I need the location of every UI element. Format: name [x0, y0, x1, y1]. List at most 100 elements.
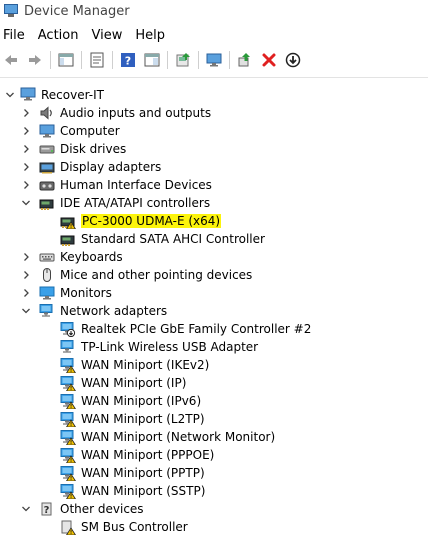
title-bar: Device Manager: [0, 0, 428, 22]
tree-device-realtek-pcie-gbe-family-controller-2[interactable]: Realtek PCIe GbE Family Controller #2: [0, 320, 428, 338]
tree-category-disk-drives[interactable]: Disk drives: [0, 140, 428, 158]
tree-device-wan-miniport-ikev2[interactable]: WAN Miniport (IKEv2): [0, 356, 428, 374]
tree-item-label: Audio inputs and outputs: [60, 106, 212, 120]
show-hide-action-pane-icon[interactable]: [141, 49, 163, 71]
chevron-right-icon[interactable]: [20, 161, 32, 173]
chevron-down-icon[interactable]: [20, 503, 32, 515]
tree-item-label: Mice and other pointing devices: [60, 268, 253, 282]
tree-item-label: Disk drives: [60, 142, 127, 156]
disk-drive-icon: [39, 141, 55, 157]
device-manager-icon: [4, 4, 18, 18]
network-adapter-icon: [60, 339, 76, 355]
toolbar-separator: [81, 51, 82, 69]
svg-text:?: ?: [125, 55, 131, 68]
tree-category-display-adapters[interactable]: Display adapters: [0, 158, 428, 176]
tree-category-network-adapters[interactable]: Network adapters: [0, 302, 428, 320]
chevron-right-icon[interactable]: [20, 107, 32, 119]
tree-category-audio-inputs-and-outputs[interactable]: Audio inputs and outputs: [0, 104, 428, 122]
window-title: Device Manager: [24, 3, 130, 19]
tree-item-label: WAN Miniport (IPv6): [81, 394, 202, 408]
menu-file[interactable]: File: [0, 28, 34, 43]
tree-device-tp-link-wireless-usb-adapter[interactable]: TP-Link Wireless USB Adapter: [0, 338, 428, 356]
tree-root[interactable]: Recover-IT: [0, 85, 428, 104]
tree-item-label: Realtek PCIe GbE Family Controller #2: [81, 322, 312, 336]
chevron-right-icon[interactable]: [20, 125, 32, 137]
tree-item-label: Keyboards: [60, 250, 123, 264]
computer-icon: [20, 86, 36, 102]
back-arrow-icon[interactable]: [0, 49, 22, 71]
toolbar-separator: [229, 51, 230, 69]
disable-device-icon[interactable]: [282, 49, 304, 71]
tree-item-label: WAN Miniport (IKEv2): [81, 358, 210, 372]
network-adapter-warning-icon: [60, 465, 77, 482]
tree-device-wan-miniport-pptp[interactable]: WAN Miniport (PPTP): [0, 464, 428, 482]
toolbar-separator: [167, 51, 168, 69]
tree-device-wan-miniport-l2tp[interactable]: WAN Miniport (L2TP): [0, 410, 428, 428]
scan-hardware-icon[interactable]: [203, 49, 225, 71]
network-adapter-warning-icon: [60, 429, 77, 446]
tree-category-computer[interactable]: Computer: [0, 122, 428, 140]
network-adapter-warning-icon: [60, 411, 77, 428]
chevron-down-icon[interactable]: [4, 89, 16, 101]
tree-device-wan-miniport-sstp[interactable]: WAN Miniport (SSTP): [0, 482, 428, 500]
tree-item-label: Standard SATA AHCI Controller: [81, 232, 265, 246]
tree-item-label: WAN Miniport (PPPOE): [81, 448, 215, 462]
properties-icon[interactable]: [86, 49, 108, 71]
tree-device-wan-miniport-pppoe[interactable]: WAN Miniport (PPPOE): [0, 446, 428, 464]
network-adapter-warning-icon: [60, 483, 77, 500]
chevron-right-icon[interactable]: [20, 179, 32, 191]
tree-device-pc-3000-udma-e-x64[interactable]: PC-3000 UDMA-E (x64): [0, 212, 428, 230]
chevron-right-icon[interactable]: [20, 287, 32, 299]
toolbar-separator: [50, 51, 51, 69]
monitor-icon: [39, 285, 55, 301]
tree-item-label: WAN Miniport (PPTP): [81, 466, 205, 480]
uninstall-device-icon[interactable]: [258, 49, 280, 71]
tree-category-monitors[interactable]: Monitors: [0, 284, 428, 302]
tree-category-mice-and-other-pointing-devices[interactable]: Mice and other pointing devices: [0, 266, 428, 284]
tree-item-label: Network adapters: [60, 304, 168, 318]
tree-category-other-devices[interactable]: ? Other devices: [0, 500, 428, 518]
tree-device-wan-miniport-ipv6[interactable]: WAN Miniport (IPv6): [0, 392, 428, 410]
chevron-down-icon[interactable]: [20, 197, 32, 209]
hid-icon: [39, 177, 55, 193]
help-icon[interactable]: ?: [117, 49, 139, 71]
display-adapter-icon: [39, 159, 55, 175]
menu-bar: File Action View Help: [0, 24, 428, 46]
tree-item-label: IDE ATA/ATAPI controllers: [60, 196, 211, 210]
chevron-right-icon[interactable]: [20, 251, 32, 263]
tree-device-standard-sata-ahci-controller[interactable]: Standard SATA AHCI Controller: [0, 230, 428, 248]
chevron-down-icon[interactable]: [20, 305, 32, 317]
tree-item-label: WAN Miniport (IP): [81, 376, 187, 390]
tree-item-label: WAN Miniport (L2TP): [81, 412, 205, 426]
tree-device-sm-bus-controller[interactable]: SM Bus Controller: [0, 518, 428, 536]
ide-controller-icon: [39, 195, 55, 211]
enable-device-icon[interactable]: [234, 49, 256, 71]
menu-action[interactable]: Action: [34, 28, 88, 43]
tree-category-keyboards[interactable]: Keyboards: [0, 248, 428, 266]
keyboard-icon: [39, 249, 55, 265]
network-adapter-disabled-icon: [60, 321, 76, 338]
tree-item-label: SM Bus Controller: [81, 520, 188, 534]
tree-device-wan-miniport-network-monitor[interactable]: WAN Miniport (Network Monitor): [0, 428, 428, 446]
forward-arrow-icon[interactable]: [24, 49, 46, 71]
chevron-right-icon[interactable]: [20, 143, 32, 155]
toolbar-separator: [198, 51, 199, 69]
unknown-device-icon: ?: [39, 501, 55, 517]
tree-item-label: Display adapters: [60, 160, 162, 174]
tree-item-label: WAN Miniport (Network Monitor): [81, 430, 276, 444]
tree-category-human-interface-devices[interactable]: Human Interface Devices: [0, 176, 428, 194]
show-hide-console-tree-icon[interactable]: [55, 49, 77, 71]
toolbar-divider: [0, 77, 428, 78]
tree-device-wan-miniport-ip[interactable]: WAN Miniport (IP): [0, 374, 428, 392]
tree-item-label: TP-Link Wireless USB Adapter: [81, 340, 259, 354]
chevron-right-icon[interactable]: [20, 269, 32, 281]
network-adapter-warning-icon: [60, 357, 77, 374]
menu-view[interactable]: View: [87, 28, 131, 43]
menu-help[interactable]: Help: [131, 28, 174, 43]
tree-root-label: Recover-IT: [41, 87, 104, 102]
tree-category-ide-ata-atapi-controllers[interactable]: IDE ATA/ATAPI controllers: [0, 194, 428, 212]
ide-controller-icon: [60, 231, 76, 247]
network-adapter-warning-icon: [60, 447, 77, 464]
update-driver-icon[interactable]: [172, 49, 194, 71]
device-tree: Recover-IT Audio inputs and outputs Compu…: [0, 85, 428, 536]
